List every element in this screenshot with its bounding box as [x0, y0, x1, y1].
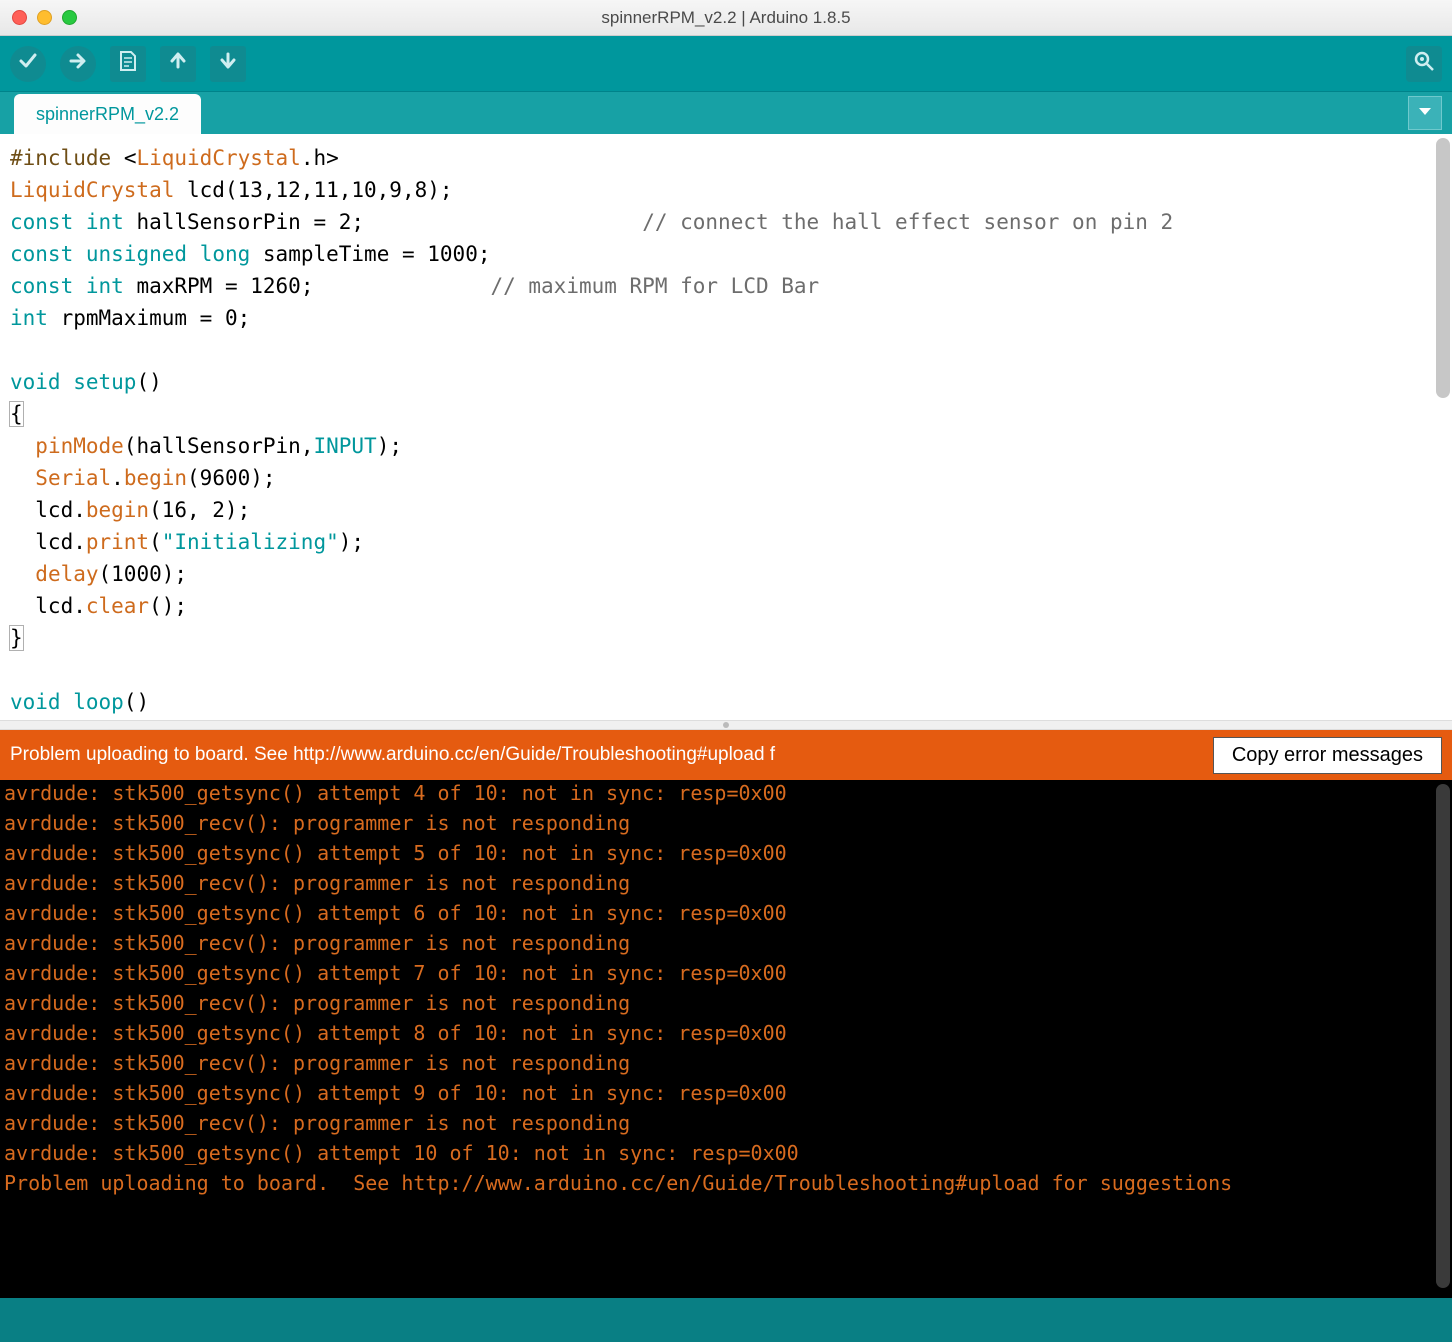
traffic-lights [12, 10, 77, 25]
console-line: avrdude: stk500_recv(): programmer is no… [4, 1108, 1448, 1138]
code-editor[interactable]: #include <LiquidCrystal.h> LiquidCrystal… [0, 134, 1452, 720]
console-line: avrdude: stk500_getsync() attempt 6 of 1… [4, 898, 1448, 928]
status-bar: Problem uploading to board. See http://w… [0, 730, 1452, 780]
arrow-down-icon [219, 51, 237, 76]
console-output[interactable]: avrdude: stk500_recv(): programmer is no… [0, 780, 1452, 1298]
close-button[interactable] [12, 10, 27, 25]
console-line: avrdude: stk500_recv(): programmer is no… [4, 988, 1448, 1018]
tab-sketch-active[interactable]: spinnerRPM_v2.2 [14, 94, 201, 134]
arrow-right-icon [68, 51, 88, 76]
tab-bar: spinnerRPM_v2.2 [0, 92, 1452, 134]
console-scrollbar[interactable] [1436, 784, 1450, 1288]
window-title: spinnerRPM_v2.2 | Arduino 1.8.5 [0, 8, 1452, 28]
tab-menu-dropdown[interactable] [1408, 96, 1442, 130]
serial-monitor-button[interactable] [1406, 46, 1442, 82]
tab-label: spinnerRPM_v2.2 [36, 104, 179, 125]
console-line: avrdude: stk500_getsync() attempt 4 of 1… [4, 780, 1448, 808]
copy-error-button[interactable]: Copy error messages [1213, 737, 1442, 774]
console-line: Problem uploading to board. See http://w… [4, 1168, 1448, 1198]
magnifier-icon [1413, 50, 1435, 77]
window-titlebar: spinnerRPM_v2.2 | Arduino 1.8.5 [0, 0, 1452, 36]
arrow-up-icon [169, 51, 187, 76]
upload-button[interactable] [60, 46, 96, 82]
code-content[interactable]: #include <LiquidCrystal.h> LiquidCrystal… [0, 134, 1452, 720]
open-button[interactable] [160, 46, 196, 82]
console-line: avrdude: stk500_recv(): programmer is no… [4, 1048, 1448, 1078]
console-line: avrdude: stk500_recv(): programmer is no… [4, 928, 1448, 958]
check-icon [18, 51, 38, 76]
console-line: avrdude: stk500_getsync() attempt 9 of 1… [4, 1078, 1448, 1108]
console-line: avrdude: stk500_getsync() attempt 10 of … [4, 1138, 1448, 1168]
save-button[interactable] [210, 46, 246, 82]
maximize-button[interactable] [62, 10, 77, 25]
verify-button[interactable] [10, 46, 46, 82]
toolbar [0, 36, 1452, 92]
status-message: Problem uploading to board. See http://w… [10, 744, 775, 766]
console-line: avrdude: stk500_recv(): programmer is no… [4, 808, 1448, 838]
footer-bar [0, 1298, 1452, 1342]
console-line: avrdude: stk500_getsync() attempt 7 of 1… [4, 958, 1448, 988]
file-icon [119, 51, 137, 76]
console-line: avrdude: stk500_getsync() attempt 8 of 1… [4, 1018, 1448, 1048]
editor-scrollbar[interactable] [1436, 138, 1450, 398]
console-line: avrdude: stk500_recv(): programmer is no… [4, 868, 1448, 898]
new-button[interactable] [110, 46, 146, 82]
splitter-handle[interactable] [0, 720, 1452, 730]
grip-icon [723, 722, 729, 728]
console-line: avrdude: stk500_getsync() attempt 5 of 1… [4, 838, 1448, 868]
chevron-down-icon [1417, 103, 1433, 124]
minimize-button[interactable] [37, 10, 52, 25]
